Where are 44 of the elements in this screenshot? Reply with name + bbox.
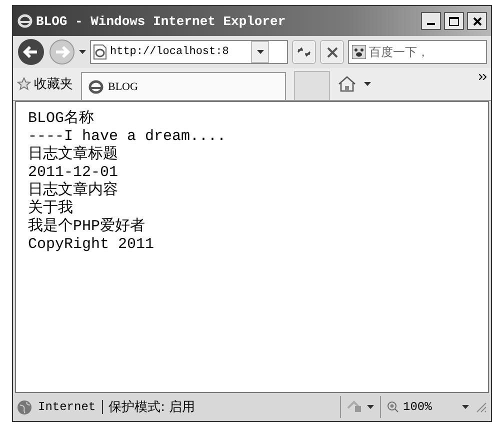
close-button[interactable] bbox=[467, 12, 487, 30]
maximize-button[interactable] bbox=[444, 12, 464, 30]
protected-mode-text: 保护模式: 启用 bbox=[108, 399, 196, 416]
page-text: BLOG名称 bbox=[28, 110, 96, 128]
stop-icon bbox=[326, 46, 338, 58]
search-input[interactable]: 百度一下， bbox=[369, 45, 439, 59]
address-bar[interactable]: http://localhost:8 bbox=[90, 40, 288, 64]
favorites-button[interactable]: 收藏夹 bbox=[17, 75, 73, 93]
maximize-icon bbox=[449, 16, 459, 26]
search-box[interactable]: 百度一下， bbox=[348, 40, 487, 64]
page-text: 日志文章内容 bbox=[28, 182, 119, 200]
star-icon bbox=[17, 77, 31, 91]
home-icon[interactable] bbox=[338, 76, 356, 92]
page-icon bbox=[93, 44, 107, 60]
page-text: CopyRight 2011 bbox=[28, 236, 156, 254]
browser-tab[interactable]: BLOG bbox=[81, 72, 286, 100]
address-input[interactable]: http://localhost:8 bbox=[110, 46, 248, 58]
page-text: 我是个PHP爱好者 bbox=[28, 218, 146, 236]
zoom-level[interactable]: 100% bbox=[403, 400, 458, 414]
refresh-button[interactable] bbox=[292, 40, 316, 64]
paw-icon bbox=[352, 45, 366, 59]
browser-logo-icon bbox=[17, 13, 33, 29]
dropdown-button[interactable] bbox=[251, 41, 269, 63]
caret-icon[interactable] bbox=[462, 405, 469, 409]
separator-icon bbox=[102, 400, 103, 414]
minimize-button[interactable] bbox=[421, 12, 441, 30]
window-title: BLOG - Windows Internet Explorer bbox=[36, 14, 287, 28]
page-text: 日志文章标题 bbox=[28, 146, 119, 164]
stop-button[interactable] bbox=[320, 40, 344, 64]
resize-grip-icon[interactable] bbox=[475, 401, 487, 413]
caret-icon[interactable] bbox=[364, 82, 371, 86]
page-text: ----I have a dream.... bbox=[28, 128, 228, 146]
page-text: 关于我 bbox=[28, 200, 74, 218]
chevron-icon[interactable] bbox=[479, 74, 487, 80]
close-icon bbox=[472, 16, 482, 26]
caret-icon[interactable] bbox=[256, 50, 264, 54]
back-button[interactable] bbox=[17, 38, 45, 66]
page-text: 2011-12-01 bbox=[28, 164, 120, 181]
globe-icon bbox=[17, 400, 32, 414]
browser-logo-icon bbox=[88, 78, 104, 94]
caret-icon[interactable] bbox=[79, 50, 86, 54]
caret-icon[interactable] bbox=[367, 405, 374, 409]
zoom-icon[interactable] bbox=[387, 401, 399, 413]
zone-text: Internet bbox=[38, 400, 96, 414]
